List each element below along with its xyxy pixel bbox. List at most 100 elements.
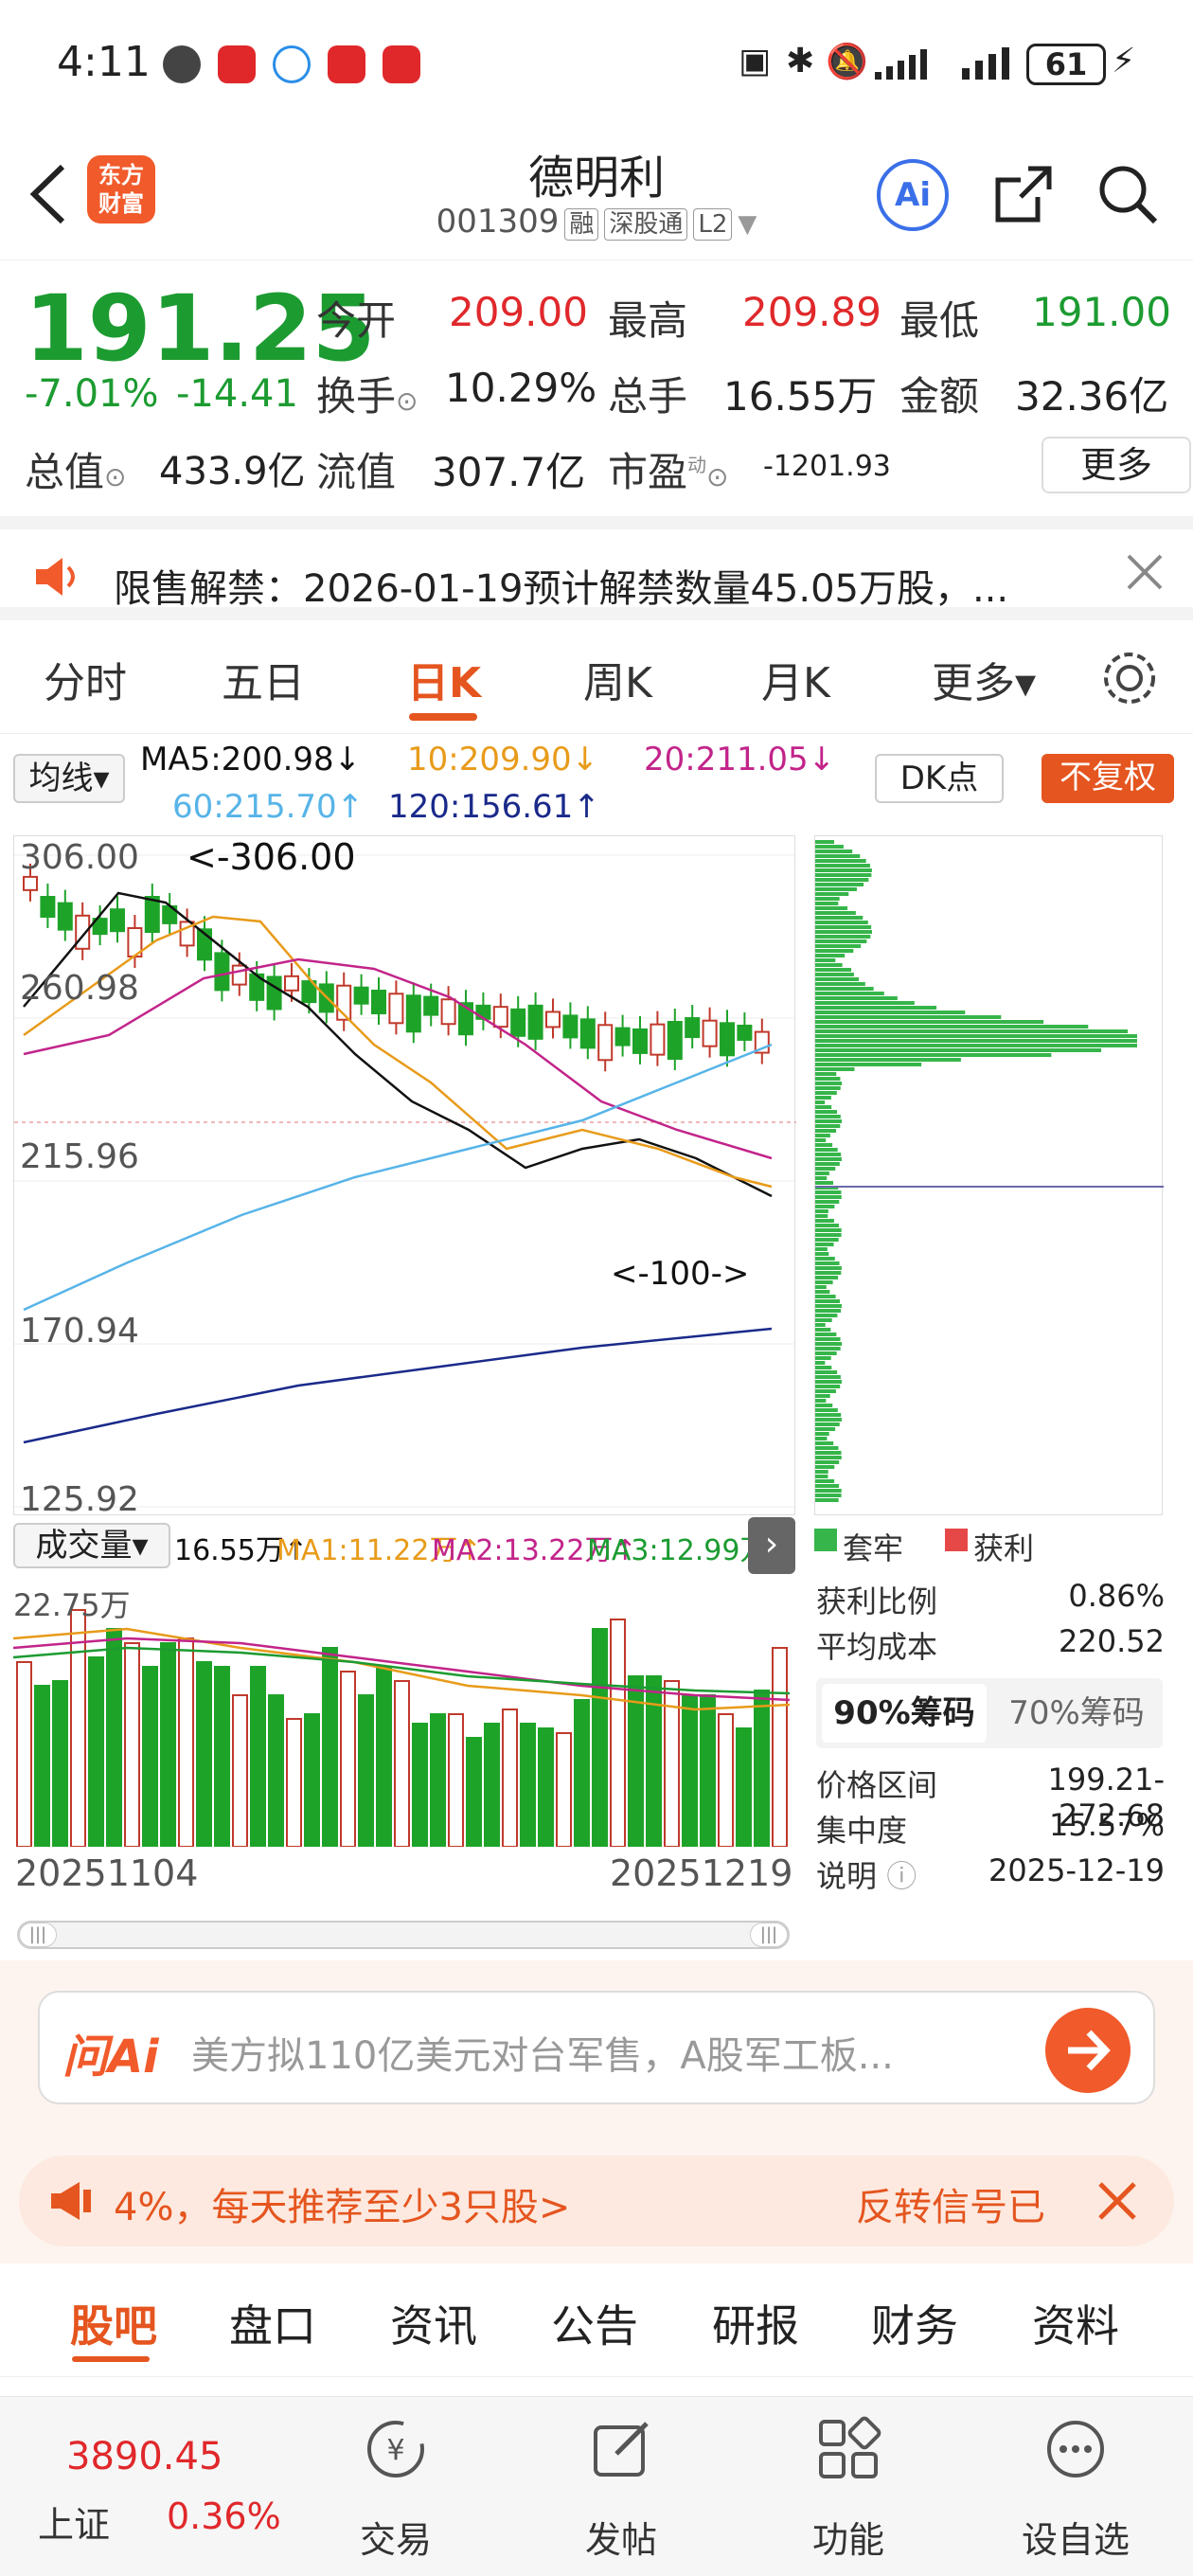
more-button[interactable]: 更多: [1042, 437, 1191, 493]
chip-bar: [815, 1494, 842, 1497]
chip-bar: [815, 902, 839, 905]
pe-label[interactable]: 市盈动⊙: [608, 440, 728, 498]
tab-chip-70[interactable]: 70%筹码: [994, 1684, 1159, 1743]
note-date: 2025-12-19: [988, 1852, 1165, 1888]
pe-label-text: 市盈: [608, 449, 688, 495]
expand-indicators-button[interactable]: ›: [748, 1517, 795, 1574]
indicator-selector[interactable]: 均线▾: [13, 754, 125, 803]
gear-icon: [1104, 653, 1155, 704]
nav-trade[interactable]: 交易: [329, 2511, 462, 2563]
turnover-value: 10.29%: [445, 365, 597, 411]
kline-svg: [14, 854, 796, 1508]
tab-monthly-k[interactable]: 月K: [761, 649, 830, 709]
chip-bar: [815, 1257, 835, 1261]
chip-bar: [815, 1370, 838, 1374]
tab-profile[interactable]: 资料: [1032, 2292, 1119, 2354]
tab-order-book[interactable]: 盘口: [229, 2292, 316, 2354]
status-bar: 4:11 ▣ ✱ 🔕 61 ⚡: [0, 0, 1193, 133]
volume-chart[interactable]: 22.75万: [12, 1582, 795, 1848]
kline-chart[interactable]: 306.00 260.98 215.96 170.94 125.92 <-306…: [13, 835, 796, 1519]
more-dots-icon[interactable]: [1042, 2416, 1109, 2482]
tab-daily-k[interactable]: 日K: [407, 649, 481, 709]
ai-question-bar[interactable]: 问Ai 美方拟110亿美元对台军售，A股军工板...: [38, 1991, 1155, 2104]
badge-level2: L2: [693, 208, 733, 241]
chip-distribution-chart[interactable]: [814, 835, 1164, 1515]
tab-weekly-k[interactable]: 周K: [583, 649, 652, 709]
tab-five-day[interactable]: 五日: [222, 649, 305, 709]
scroll-handle-left[interactable]: |||: [19, 1923, 57, 1947]
legend-swatch-profit: [945, 1529, 968, 1551]
chip-bar: [815, 1465, 835, 1469]
chip-bar: [815, 1475, 828, 1478]
edit-icon[interactable]: [588, 2416, 654, 2482]
turnover-label[interactable]: 换手⊙: [316, 365, 418, 422]
volume-indicator-selector[interactable]: 成交量▾: [13, 1523, 170, 1568]
battery-icon: 61: [1026, 44, 1106, 85]
tab-intraday[interactable]: 分时: [44, 649, 127, 709]
index-name[interactable]: 上证: [38, 2496, 110, 2548]
promo-banner[interactable]: 4%，每天推荐至少3只股> 反转信号已: [19, 2156, 1174, 2246]
index-value[interactable]: 3890.45: [66, 2435, 223, 2478]
amount-value: 32.36亿: [1015, 373, 1169, 420]
chart-range-scrollbar[interactable]: ||| |||: [17, 1921, 790, 1949]
grid-icon[interactable]: [815, 2416, 881, 2482]
trade-icon[interactable]: ¥: [363, 2416, 429, 2482]
tab-news[interactable]: 资讯: [390, 2292, 477, 2354]
adjust-mode-button[interactable]: 不复权: [1042, 754, 1174, 803]
signal-icon: [962, 47, 1019, 80]
ai-assistant-button[interactable]: Ai: [877, 159, 949, 231]
tab-finance[interactable]: 财务: [871, 2292, 958, 2354]
chart-settings-button[interactable]: [1098, 647, 1161, 709]
tab-research[interactable]: 研报: [712, 2292, 799, 2354]
chip-bar: [815, 1347, 841, 1351]
nav-post[interactable]: 发帖: [555, 2511, 687, 2563]
chip-bar: [815, 1418, 842, 1422]
dk-point-toggle[interactable]: DK点: [875, 754, 1004, 803]
volume-bar: [466, 1737, 482, 1848]
chip-bar: [815, 1134, 830, 1137]
volume-bar: [772, 1647, 788, 1848]
search-button[interactable]: [1095, 161, 1161, 227]
lockup-notice[interactable]: 限售解禁：2026-01-19预计解禁数量45.05万股，...: [0, 516, 1193, 620]
info-icon: ⊙: [706, 461, 729, 492]
chip-bar: [815, 1105, 832, 1109]
chip-bar: [815, 1394, 830, 1398]
volume-bar: [196, 1661, 212, 1848]
nav-add-watchlist[interactable]: 设自选: [1009, 2511, 1142, 2563]
index-change[interactable]: 0.36%: [167, 2496, 281, 2537]
note-label[interactable]: 说明 ⓘ: [816, 1852, 917, 1896]
kline-candle: [510, 1008, 526, 1037]
close-notice-button[interactable]: [1123, 550, 1166, 594]
active-tab-indicator: [409, 713, 477, 721]
tab-announcements[interactable]: 公告: [551, 2292, 638, 2354]
kline-candle: [737, 1024, 753, 1041]
chip-bar: [815, 1115, 841, 1118]
chip-bar: [815, 1252, 829, 1256]
volume-bar: [142, 1666, 158, 1848]
ai-submit-button[interactable]: [1045, 2008, 1131, 2093]
close-icon: [1098, 2182, 1136, 2220]
nav-function[interactable]: 功能: [782, 2511, 915, 2563]
chip-bar: [815, 850, 853, 853]
chip-bar: [815, 1285, 827, 1289]
tab-more[interactable]: 更多▾: [932, 649, 1036, 709]
scroll-handle-right[interactable]: |||: [750, 1923, 788, 1947]
chip-bar: [815, 1044, 1137, 1047]
tab-chip-90[interactable]: 90%筹码: [822, 1684, 987, 1743]
y-label: 215.96: [20, 1137, 139, 1176]
volume-bar: [682, 1694, 698, 1848]
total-value-label[interactable]: 总值⊙: [25, 440, 126, 498]
chip-bar: [815, 1328, 831, 1332]
change-amount: -14.41: [176, 372, 298, 416]
chip-bar: [815, 845, 844, 849]
chip-bar: [815, 1309, 842, 1313]
share-button[interactable]: [990, 161, 1057, 227]
tab-forum[interactable]: 股吧: [70, 2292, 157, 2354]
chip-bar: [815, 868, 872, 872]
kline-candle: [667, 1021, 683, 1060]
chip-bar: [815, 1261, 840, 1265]
y-label: 260.98: [20, 969, 139, 1008]
close-promo-button[interactable]: [1095, 2178, 1140, 2224]
avg-cost-label: 平均成本: [816, 1629, 938, 1665]
chip-bar: [815, 1058, 961, 1062]
